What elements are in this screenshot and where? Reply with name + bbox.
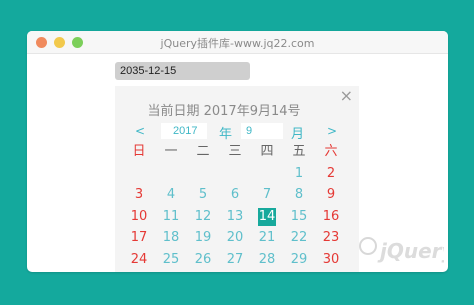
calendar-week-row: 10 11 12 13 14 15 16 <box>123 206 347 228</box>
weekday-mon: 一 <box>164 144 178 159</box>
calendar-empty-cell <box>123 163 155 185</box>
month-unit-label: 月 <box>291 127 305 142</box>
calendar-day-number: 24 <box>130 251 148 267</box>
calendar-day[interactable]: 5 <box>187 184 219 206</box>
calendar-day-number: 16 <box>322 208 340 224</box>
calendar-grid: 日 一 二 三 四 五 六 1 2 3 4 5 6 7 8 9 10 11 12 13 14 15 16 17 1… <box>123 141 347 270</box>
month-input[interactable] <box>241 123 283 139</box>
calendar-day[interactable]: 10 <box>123 206 155 228</box>
calendar-day[interactable]: 24 <box>123 249 155 271</box>
calendar-week-row: 12 <box>123 163 347 185</box>
calendar-week-row: 24 25 26 27 28 29 30 <box>123 249 347 271</box>
date-picker: × 当前日期 2017年9月14号 < 年 月 > 日 一 二 三 四 五 六 <box>115 86 359 272</box>
calendar-day[interactable]: 18 <box>155 227 187 249</box>
calendar-day[interactable]: 19 <box>187 227 219 249</box>
weekday-sun: 日 <box>132 144 146 159</box>
weekday-tue: 二 <box>196 144 210 159</box>
calendar-day-number: 13 <box>226 208 244 224</box>
calendar-day[interactable]: 13 <box>219 206 251 228</box>
weekday-header-row: 日 一 二 三 四 五 六 <box>123 141 347 163</box>
calendar-day-number: 14 <box>258 207 276 226</box>
calendar-day-number: 27 <box>226 251 244 267</box>
calendar-day-number: 3 <box>134 187 144 202</box>
calendar-day-number: 17 <box>130 230 148 245</box>
calendar-day[interactable]: 26 <box>187 249 219 271</box>
calendar-day-number: 1 <box>294 165 304 181</box>
jquery-logo-watermark: jQuery <box>359 237 444 263</box>
calendar-day[interactable]: 27 <box>219 249 251 271</box>
title-bar: jQuery插件库-www.jq22.com <box>27 31 448 54</box>
next-month-button[interactable]: > <box>327 124 337 138</box>
calendar-day[interactable]: 17 <box>123 227 155 249</box>
calendar-empty-cell <box>219 163 251 185</box>
calendar-day-number: 18 <box>162 230 180 245</box>
calendar-day-number: 23 <box>322 230 340 245</box>
calendar-week-row: 17 18 19 20 21 22 23 <box>123 227 347 249</box>
calendar-day[interactable]: 29 <box>283 249 315 271</box>
calendar-day[interactable]: 16 <box>315 206 347 228</box>
calendar-day-number: 7 <box>262 187 272 202</box>
close-icon[interactable]: × <box>340 88 353 104</box>
calendar-day[interactable]: 9 <box>315 184 347 206</box>
calendar-week-row: 3 4 5 6 7 8 9 <box>123 184 347 206</box>
calendar-day[interactable]: 4 <box>155 184 187 206</box>
calendar-day[interactable]: 3 <box>123 184 155 206</box>
weekday-sat: 六 <box>324 144 338 159</box>
window-title: jQuery插件库-www.jq22.com <box>160 37 315 50</box>
calendar-day-number: 4 <box>166 187 176 202</box>
calendar-day[interactable]: 30 <box>315 249 347 271</box>
weekday-thu: 四 <box>260 144 274 159</box>
calendar-day-number: 9 <box>326 187 336 202</box>
calendar-day-number: 28 <box>258 251 276 267</box>
calendar-day-number: 29 <box>290 251 308 267</box>
weekday-wed: 三 <box>228 144 242 159</box>
calendar-day-number: 22 <box>290 230 308 245</box>
calendar-day[interactable]: 11 <box>155 206 187 228</box>
calendar-day[interactable]: 25 <box>155 249 187 271</box>
calendar-empty-cell <box>155 163 187 185</box>
year-unit-label: 年 <box>219 127 233 142</box>
calendar-day-number: 30 <box>322 251 340 267</box>
calendar-weeks: 1 2 3 4 5 6 7 8 9 10 11 12 13 14 15 16 17 18 19 20 21 22 23 24 2… <box>123 163 347 271</box>
calendar-day[interactable]: 20 <box>219 227 251 249</box>
calendar-day[interactable]: 21 <box>251 227 283 249</box>
calendar-day[interactable]: 1 <box>283 163 315 185</box>
calendar-day-number: 20 <box>226 230 244 245</box>
svg-text:jQuery: jQuery <box>377 239 444 263</box>
prev-month-button[interactable]: < <box>135 124 145 138</box>
calendar-day-number: 8 <box>294 187 304 202</box>
calendar-day[interactable]: 7 <box>251 184 283 206</box>
calendar-empty-cell <box>187 163 219 185</box>
date-input[interactable] <box>115 62 250 80</box>
calendar-day-number: 21 <box>258 230 276 245</box>
calendar-day[interactable]: 8 <box>283 184 315 206</box>
calendar-day-number: 6 <box>230 187 240 202</box>
calendar-day-number: 15 <box>290 208 308 224</box>
page-content: × 当前日期 2017年9月14号 < 年 月 > 日 一 二 三 四 五 六 <box>27 54 448 272</box>
current-date-label: 当前日期 2017年9月14号 <box>147 104 301 119</box>
calendar-day[interactable]: 23 <box>315 227 347 249</box>
calendar-day[interactable]: 2 <box>315 163 347 185</box>
calendar-day-number: 11 <box>162 208 180 224</box>
calendar-day-number: 5 <box>198 187 208 202</box>
calendar-day[interactable]: 15 <box>283 206 315 228</box>
calendar-day-number: 2 <box>326 165 336 181</box>
calendar-day[interactable]: 28 <box>251 249 283 271</box>
year-input[interactable] <box>161 123 207 139</box>
calendar-day-number: 25 <box>162 251 180 267</box>
browser-window: jQuery插件库-www.jq22.com × 当前日期 2017年9月14号… <box>27 31 448 272</box>
calendar-day-number: 12 <box>194 208 212 224</box>
weekday-fri: 五 <box>292 144 306 159</box>
calendar-day[interactable]: 12 <box>187 206 219 228</box>
calendar-empty-cell <box>251 163 283 185</box>
calendar-day[interactable]: 6 <box>219 184 251 206</box>
calendar-day[interactable]: 22 <box>283 227 315 249</box>
calendar-day-number: 19 <box>194 230 212 245</box>
calendar-day-number: 10 <box>130 208 148 224</box>
calendar-day-today[interactable]: 14 <box>251 206 283 228</box>
month-navigation: < 年 月 > <box>115 123 359 142</box>
calendar-day-number: 26 <box>194 251 212 267</box>
